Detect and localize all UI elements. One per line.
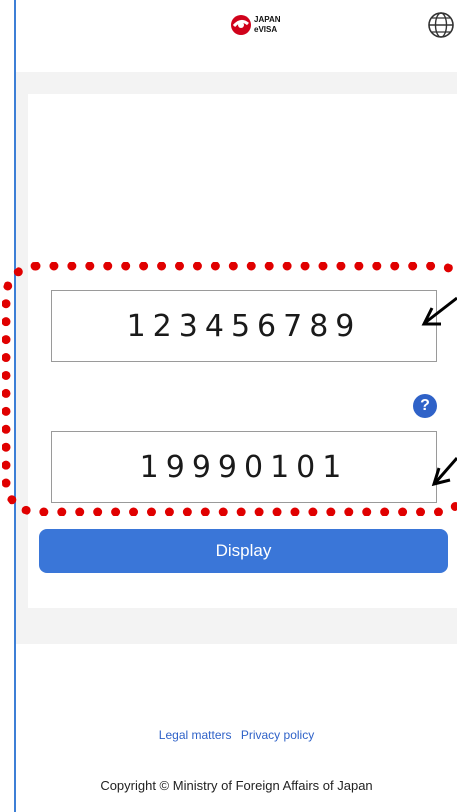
arrow-icon-bottom xyxy=(431,457,457,487)
privacy-policy-link[interactable]: Privacy policy xyxy=(241,728,314,742)
legal-matters-link[interactable]: Legal matters xyxy=(159,728,232,742)
arrow-icon-top xyxy=(421,296,457,326)
footer-links: Legal matters Privacy policy xyxy=(16,728,457,742)
copyright-text: Copyright © Ministry of Foreign Affairs … xyxy=(100,778,373,793)
annotation-arrows xyxy=(421,296,457,487)
display-button[interactable]: Display xyxy=(39,529,448,573)
